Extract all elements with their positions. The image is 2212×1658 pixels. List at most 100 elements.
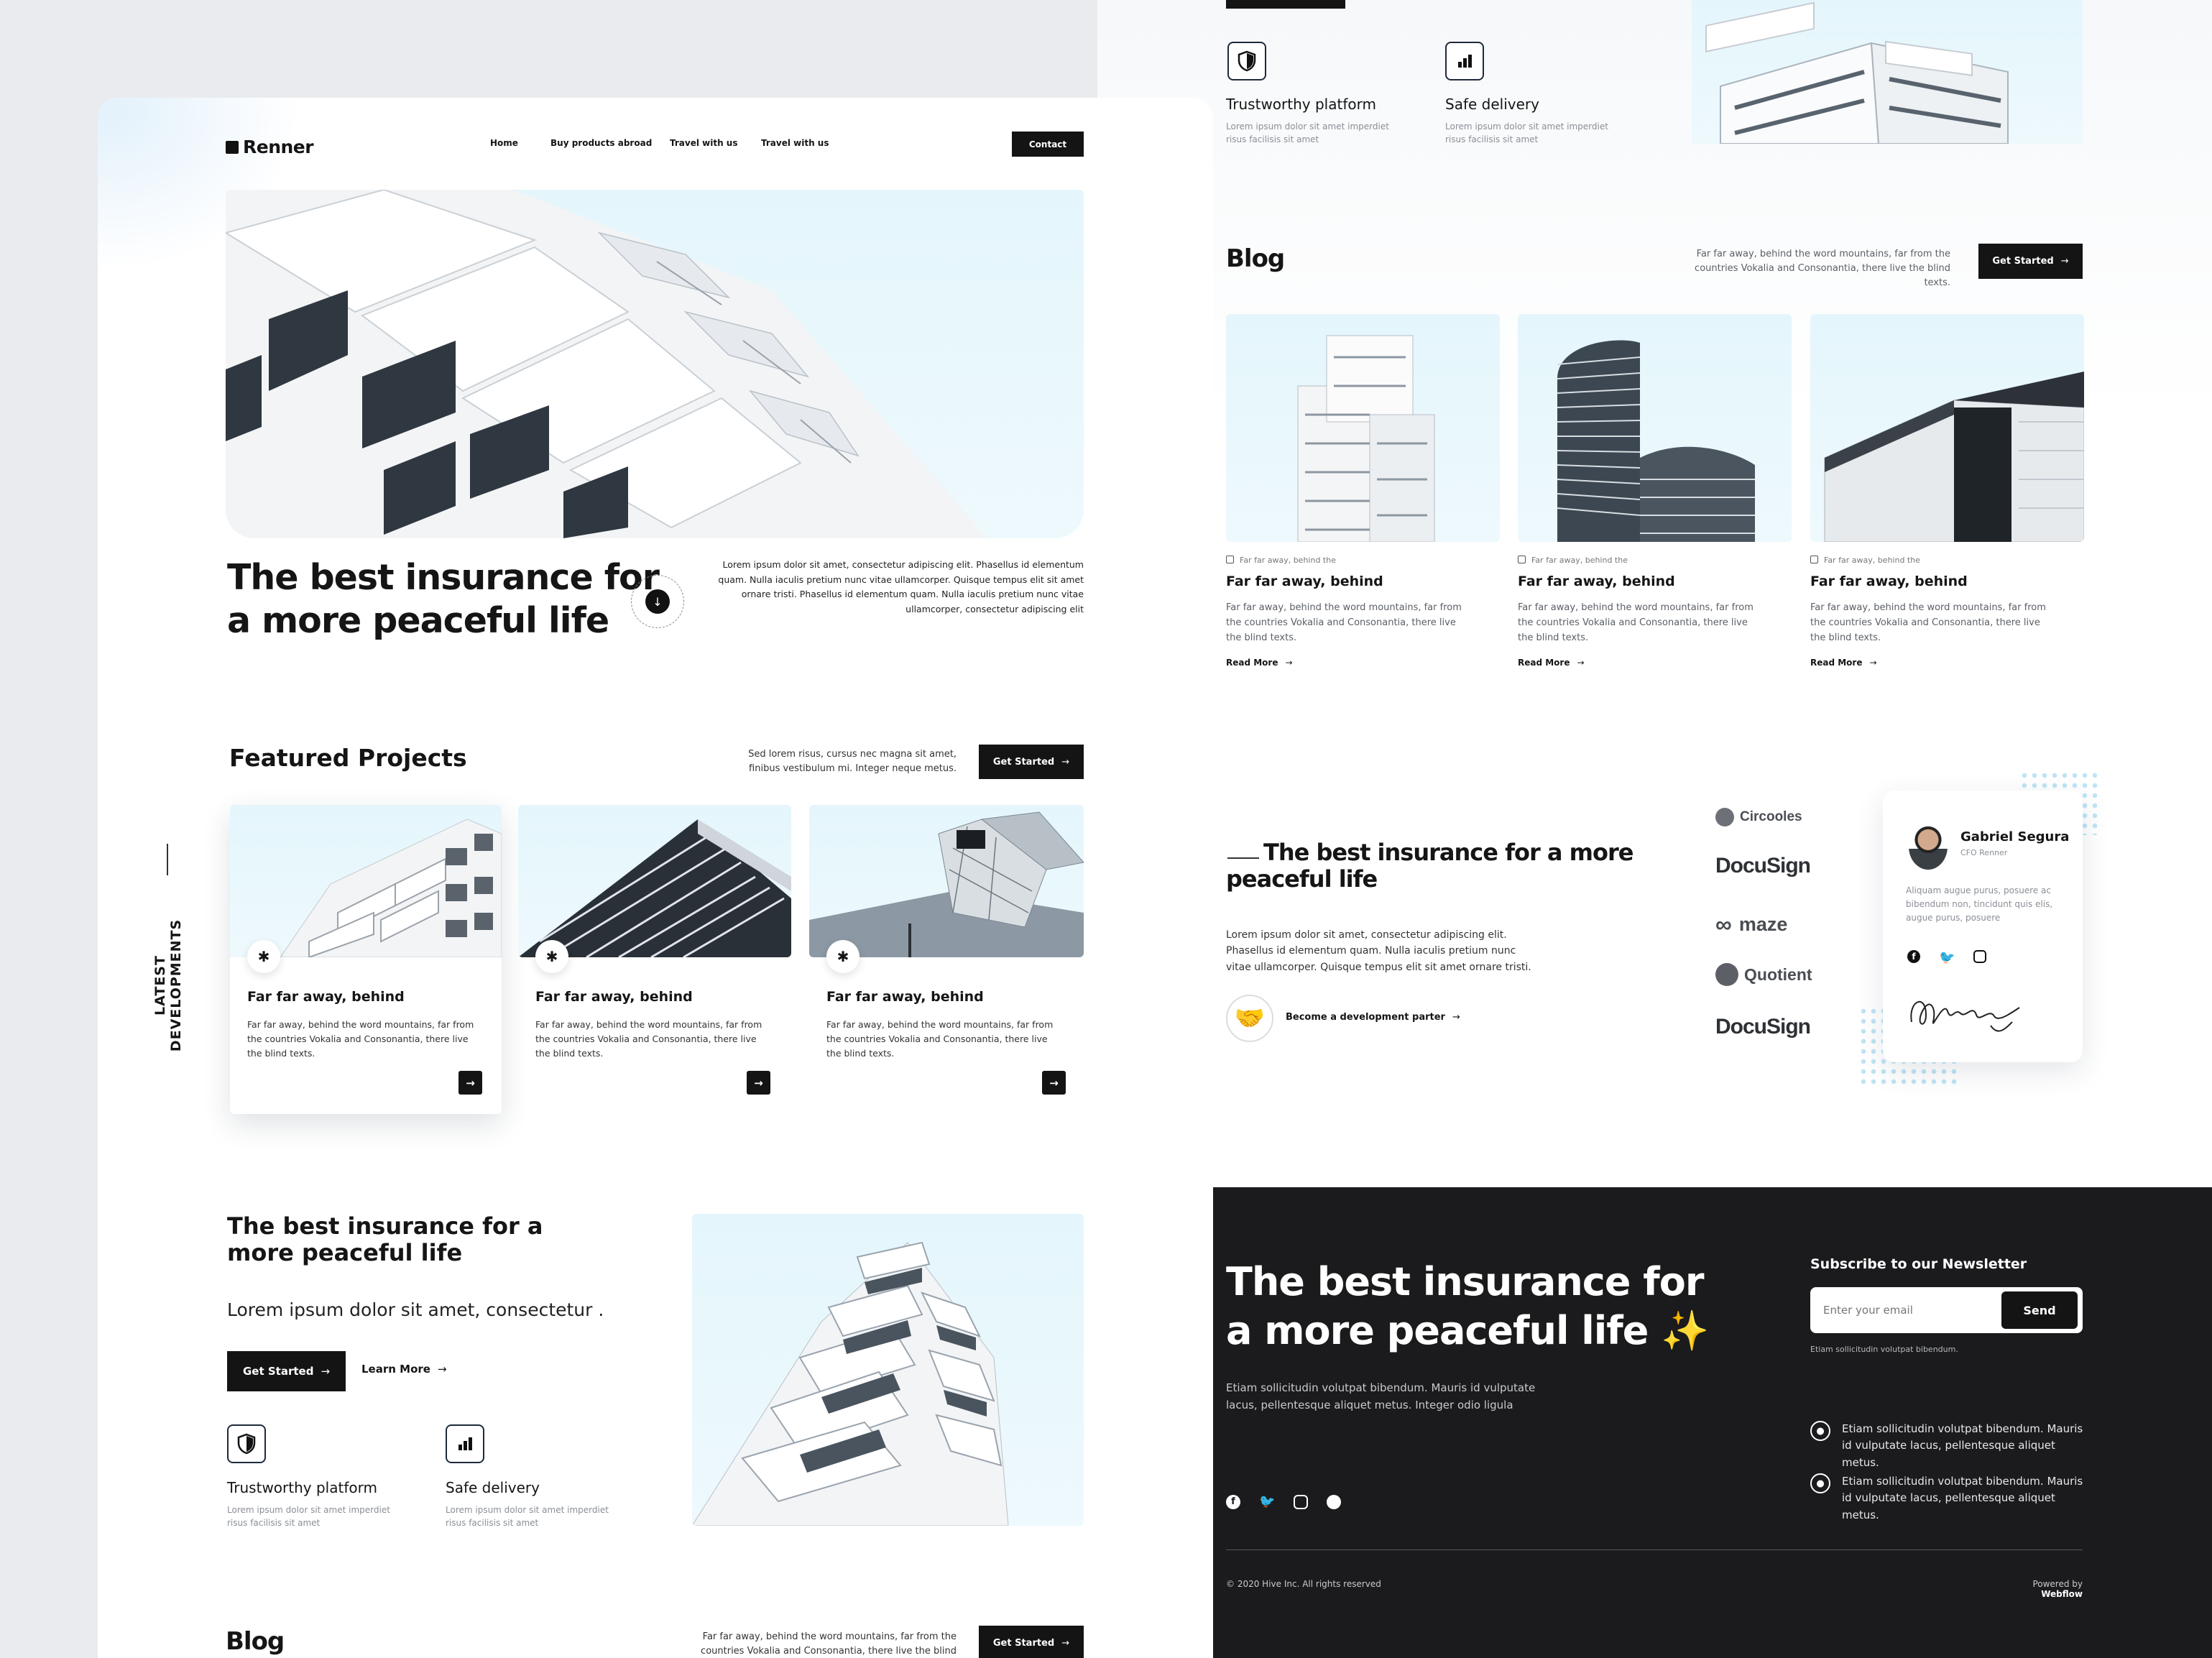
read-more-label: Read More xyxy=(1518,658,1570,668)
twitter-icon[interactable]: 🐦 xyxy=(1939,950,1955,965)
logo-text: maze xyxy=(1738,913,1788,935)
arrow-right-icon: → xyxy=(1869,658,1877,668)
brand-name: Renner xyxy=(243,137,314,157)
arrow-right-button[interactable]: → xyxy=(1042,1071,1066,1095)
project-card[interactable]: ✱ Far far away, behind Far far away, beh… xyxy=(230,805,502,1114)
contact-button[interactable]: Contact xyxy=(1012,132,1084,157)
blog-image xyxy=(1810,314,2084,542)
brand-logo[interactable]: Renner xyxy=(226,137,314,157)
side-label-line xyxy=(167,844,168,875)
address-item: ● Etiam sollicitudin volutpat bibendum. … xyxy=(1810,1421,2086,1471)
button-label: Get Started xyxy=(242,1365,314,1378)
nav-home[interactable]: Home xyxy=(490,138,518,148)
feature-body: Lorem ipsum dolor sit amet imperdiet ris… xyxy=(227,1505,390,1528)
instagram-icon[interactable] xyxy=(1294,1494,1309,1509)
arrow-down-icon: ↓ xyxy=(645,589,670,614)
project-image xyxy=(518,805,791,957)
project-card[interactable]: ✱ Far far away, behind Far far away, beh… xyxy=(518,805,791,1114)
facebook-icon[interactable]: f xyxy=(1907,950,1920,963)
hero-title: The best insurance for a more peaceful l… xyxy=(227,556,660,643)
arrow-right-icon: → xyxy=(1285,658,1293,668)
button-label: Get Started xyxy=(992,1637,1055,1649)
read-more-link[interactable]: Read More → xyxy=(1226,658,1293,668)
nav-buy-products[interactable]: Buy products abroad xyxy=(550,138,652,148)
project-title: Far far away, behind xyxy=(535,989,693,1005)
webflow-link[interactable]: Webflow xyxy=(2041,1589,2083,1599)
blog-post-title: Far far away, behind xyxy=(1518,574,1675,589)
partner-body: Lorem ipsum dolor sit amet, consectetur … xyxy=(1226,929,1531,973)
button-label: Get Started xyxy=(1992,256,2054,267)
project-body: Far far away, behind the word mountains,… xyxy=(247,1019,474,1059)
twitter-icon[interactable]: 🐦 xyxy=(1259,1494,1275,1509)
footer-divider xyxy=(1226,1549,2083,1550)
renner-logo-icon xyxy=(226,140,239,154)
address-text: Etiam sollicitudin volutpat bibendum. Ma… xyxy=(1842,1475,2083,1521)
blog-meta-text: Far far away, behind the xyxy=(1240,556,1336,565)
newsletter-note: Etiam sollicitudin volutpat bibendum. xyxy=(1810,1345,1958,1354)
footer-title-text: a more peaceful life xyxy=(1226,1307,1649,1353)
blog-meta-text: Far far away, behind the xyxy=(1531,556,1628,565)
github-icon[interactable] xyxy=(1327,1494,1342,1509)
project-image xyxy=(230,805,502,959)
read-more-label: Read More xyxy=(1226,658,1278,668)
handshake-icon: 🤝 xyxy=(1226,995,1273,1042)
blog-post-title: Far far away, behind xyxy=(1226,574,1383,589)
blog-title: Blog xyxy=(226,1627,285,1656)
instagram-icon[interactable] xyxy=(1973,950,1987,963)
feature-title: Trustworthy platform xyxy=(1226,96,1376,113)
featured-description: Sed lorem risus, cursus nec magna sit am… xyxy=(748,749,957,775)
insurance-building-image xyxy=(692,1214,1084,1526)
top-button-fragment[interactable] xyxy=(1226,0,1345,9)
insurance-get-started-button[interactable]: Get Started → xyxy=(227,1351,346,1391)
feature-title: Safe delivery xyxy=(446,1479,540,1496)
arrow-right-icon: → xyxy=(437,1363,447,1376)
read-more-link[interactable]: Read More → xyxy=(1810,658,1877,668)
project-card[interactable]: ✱ Far far away, behind Far far away, beh… xyxy=(809,805,1084,1114)
footer-title-line: a more peaceful life ✨ xyxy=(1226,1307,1709,1355)
maze-icon: ∞ xyxy=(1715,911,1732,937)
nav-travel-2[interactable]: Travel with us xyxy=(761,138,829,148)
blog-post-body: Far far away, behind the word mountains,… xyxy=(1518,602,1754,643)
nav-travel[interactable]: Travel with us xyxy=(670,138,737,148)
project-image xyxy=(809,805,1084,957)
blog-image xyxy=(1518,314,1792,542)
newsletter-send-button[interactable]: Send xyxy=(2001,1291,2078,1329)
featured-get-started-button[interactable]: Get Started → xyxy=(979,745,1084,779)
hero-title-line: The best insurance for xyxy=(227,557,660,598)
puzzle-icon: ✱ xyxy=(826,940,860,973)
calendar-icon xyxy=(1518,556,1526,563)
blog-meta-text: Far far away, behind the xyxy=(1824,556,1920,565)
circooles-logo: Circooles xyxy=(1715,808,1802,826)
read-more-label: Read More xyxy=(1810,658,1863,668)
logo-text: Circooles xyxy=(1740,809,1802,824)
insurance-title: The best insurance for a more peaceful l… xyxy=(227,1212,543,1266)
learn-more-link[interactable]: Learn More → xyxy=(361,1363,447,1376)
blog-get-started-button[interactable]: Get Started → xyxy=(1978,244,2083,279)
blog-description: Far far away, behind the word mountains,… xyxy=(1695,249,1950,289)
testimonial-role: CFO Renner xyxy=(1960,848,2008,857)
arrow-right-button[interactable]: → xyxy=(458,1071,482,1095)
testimonial-quote: Aliquam augue purus, posuere ac bibendum… xyxy=(1906,885,2053,924)
arrow-right-button[interactable]: → xyxy=(747,1071,770,1095)
newsletter-email-input[interactable] xyxy=(1823,1297,1989,1323)
building-image xyxy=(1692,0,2083,144)
become-partner-link[interactable]: Become a development parter → xyxy=(1286,1012,1460,1023)
shield-icon xyxy=(1227,42,1266,80)
blog-post-title: Far far away, behind xyxy=(1810,574,1968,589)
project-title: Far far away, behind xyxy=(826,989,984,1005)
bar-chart-icon xyxy=(446,1424,484,1463)
footer-social-links: f 🐦 xyxy=(1226,1494,1342,1509)
facebook-icon[interactable]: f xyxy=(1226,1494,1240,1509)
blog-post-body: Far far away, behind the word mountains,… xyxy=(1810,602,2046,643)
scroll-down-badge[interactable]: ↓ xyxy=(631,575,684,628)
landing-page-card: Renner Home Buy products abroad Travel w… xyxy=(98,98,1213,1658)
newsletter-title: Subscribe to our Newsletter xyxy=(1810,1256,2027,1272)
footer: The best insurance for a more peaceful l… xyxy=(1212,1187,2212,1658)
blog-get-started-button[interactable]: Get Started → xyxy=(979,1626,1084,1658)
read-more-link[interactable]: Read More → xyxy=(1518,658,1585,668)
footer-title-line: The best insurance for xyxy=(1226,1259,1704,1304)
project-title: Far far away, behind xyxy=(247,989,405,1005)
feature-body: Lorem ipsum dolor sit amet imperdiet ris… xyxy=(446,1505,609,1528)
button-label: Get Started xyxy=(992,756,1055,768)
newsletter-form: Send xyxy=(1810,1287,2083,1333)
